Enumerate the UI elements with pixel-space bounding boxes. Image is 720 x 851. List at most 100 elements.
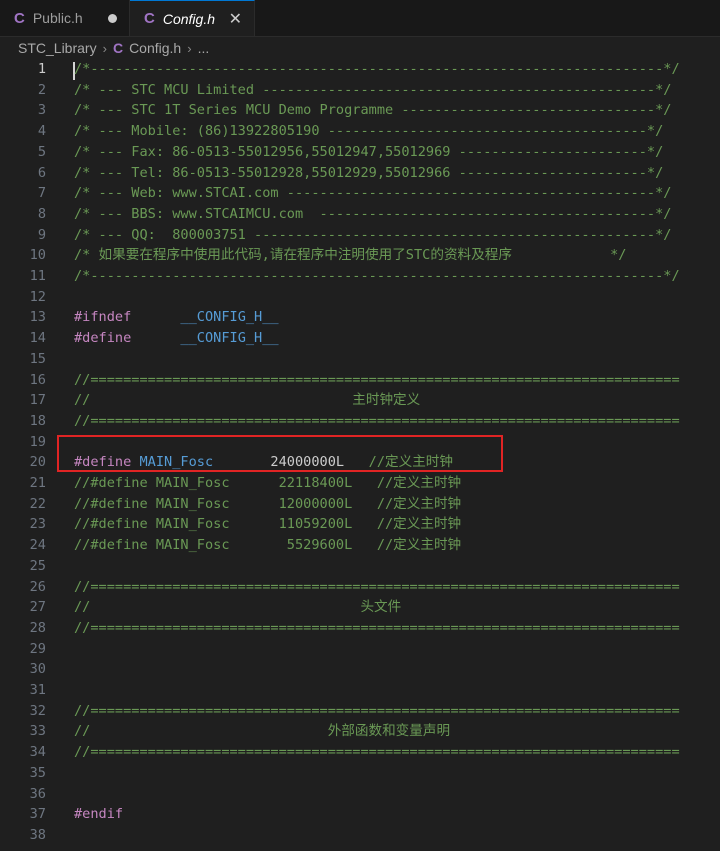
code-line[interactable]: 33 // 外部函数和变量声明 [0,721,720,742]
code-line[interactable]: 15 [0,349,720,370]
code-text: //======================================… [74,411,680,432]
chevron-right-icon: › [187,40,192,56]
code-text: //======================================… [74,742,680,763]
line-number: 37 [29,806,46,823]
line-number: 21 [29,475,46,491]
code-token: /* --- Mobile: (86)13922805190 ---------… [74,123,664,140]
code-text: /*--------------------------------------… [74,59,680,80]
breadcrumb: STC_Library › C Config.h › ... [0,37,720,59]
code-token: #define [74,330,132,347]
code-token: //======================================… [74,578,680,595]
code-text: /* --- BBS: www.STCAIMCU.com -----------… [74,204,671,225]
code-token: /* --- Tel: 86-0513-55012928,55012929,55… [74,164,664,181]
code-line[interactable]: 10 /* 如果要在程序中使用此代码,请在程序中注明使用了STC的资料及程序 */ [0,245,720,266]
code-line[interactable]: 8 /* --- BBS: www.STCAIMCU.com ----------… [0,204,720,225]
code-token: /* --- STC MCU Limited -----------------… [74,81,672,98]
code-text: #ifndef __CONFIG_H__ [74,307,279,328]
code-text: /* --- Fax: 86-0513-55012956,55012947,55… [74,142,663,163]
line-number: 15 [29,350,46,367]
line-number: 34 [29,744,46,761]
line-number: 2 [37,81,46,98]
line-number: 11 [29,268,46,284]
code-token: //======================================… [74,702,680,719]
code-line[interactable]: 35 [0,763,720,784]
code-line[interactable]: 31 [0,680,720,701]
breadcrumb-more[interactable]: ... [198,40,210,56]
line-number: 3 [37,102,46,119]
code-line[interactable]: 13 #ifndef __CONFIG_H__ [0,307,720,328]
line-number: 33 [29,723,46,740]
code-line[interactable]: 36 [0,784,720,805]
code-line[interactable]: 2 /* --- STC MCU Limited ----------------… [0,80,720,101]
code-line[interactable]: 24 //#define MAIN_Fosc 5529600L //定义主时钟 [0,535,720,556]
code-line[interactable]: 37 #endif [0,804,720,825]
unsaved-dot-icon[interactable] [108,13,117,23]
code-line[interactable]: 4 /* --- Mobile: (86)13922805190 --------… [0,121,720,142]
code-line[interactable]: 25 [0,556,720,577]
line-number: 23 [29,516,46,533]
code-line[interactable]: 16 //====================================… [0,370,720,391]
code-token: /* --- QQ: 800003751 -------------------… [74,226,672,243]
line-number: 4 [37,123,46,140]
line-number: 38 [29,826,46,843]
line-number: 1 [37,61,46,77]
code-token: // 主时钟定义 [74,392,421,409]
code-line[interactable]: 21 //#define MAIN_Fosc 22118400L //定义主时钟 [0,473,720,494]
chevron-right-icon: › [102,40,107,56]
code-line[interactable]: 34 //====================================… [0,742,720,763]
line-number: 27 [29,599,46,616]
code-token: /* --- Web: www.STCAI.com --------------… [74,185,672,202]
tab-label: Public.h [32,10,83,26]
highlight-box [57,435,503,472]
code-line[interactable]: 11 /*------------------------------------… [0,266,720,287]
c-file-icon: C [112,40,124,56]
breadcrumb-folder[interactable]: STC_Library [18,40,97,56]
code-token: /* 如果要在程序中使用此代码,请在程序中注明使用了STC的资料及程序 */ [74,247,627,264]
code-line[interactable]: 30 [0,659,720,680]
tab-public-h[interactable]: C Public.h [0,0,130,36]
code-text: /* --- QQ: 800003751 -------------------… [74,225,671,246]
code-line[interactable]: 29 [0,639,720,660]
tab-config-h[interactable]: C Config.h ✕ [130,0,255,36]
code-line[interactable]: 5 /* --- Fax: 86-0513-55012956,55012947,5… [0,142,720,163]
close-icon[interactable]: ✕ [229,9,242,28]
code-line[interactable]: 9 /* --- QQ: 800003751 ------------------… [0,225,720,246]
code-line[interactable]: 12 [0,287,720,308]
line-number: 10 [29,247,46,264]
line-number: 19 [29,433,46,450]
code-line[interactable]: 1 /*-------------------------------------… [0,59,720,80]
code-line[interactable]: 3 /* --- STC 1T Series MCU Demo Programme… [0,100,720,121]
code-token: // 外部函数和变量声明 [74,723,451,740]
breadcrumb-file[interactable]: Config.h [129,40,181,56]
code-text: // 主时钟定义 [74,390,420,411]
code-line[interactable]: 22 //#define MAIN_Fosc 12000000L //定义主时钟 [0,494,720,515]
code-line[interactable]: 23 //#define MAIN_Fosc 11059200L //定义主时钟 [0,514,720,535]
code-line[interactable]: 26 //====================================… [0,577,720,598]
code-text: /*--------------------------------------… [74,266,680,287]
line-number: 36 [29,785,46,802]
code-line[interactable]: 27 // 头文件 [0,597,720,618]
line-number: 9 [37,226,46,243]
code-line[interactable]: 28 //====================================… [0,618,720,639]
code-token: #endif [74,806,124,823]
line-number: 28 [29,619,46,636]
code-line[interactable]: 32 //====================================… [0,701,720,722]
code-line[interactable]: 7 /* --- Web: www.STCAI.com -------------… [0,183,720,204]
line-number: 13 [29,309,46,326]
tab-label: Config.h [162,10,215,27]
code-line[interactable]: 18 //====================================… [0,411,720,432]
line-number: 26 [29,578,46,595]
line-number: 25 [29,557,46,574]
code-text: //#define MAIN_Fosc 5529600L //定义主时钟 [74,535,461,556]
code-token: // 头文件 [74,599,402,616]
code-token: //#define MAIN_Fosc 12000000L //定义主时钟 [74,495,462,512]
code-line[interactable]: 6 /* --- Tel: 86-0513-55012928,55012929,5… [0,163,720,184]
code-token: //#define MAIN_Fosc 22118400L //定义主时钟 [74,475,462,491]
code-line[interactable]: 17 // 主时钟定义 [0,390,720,411]
line-number: 7 [37,185,46,202]
code-line[interactable]: 38 [0,825,720,846]
code-text: /* --- STC 1T Series MCU Demo Programme … [74,100,671,121]
code-token: //======================================… [74,744,680,761]
c-file-icon: C [144,10,155,27]
code-line[interactable]: 14 #define __CONFIG_H__ [0,328,720,349]
